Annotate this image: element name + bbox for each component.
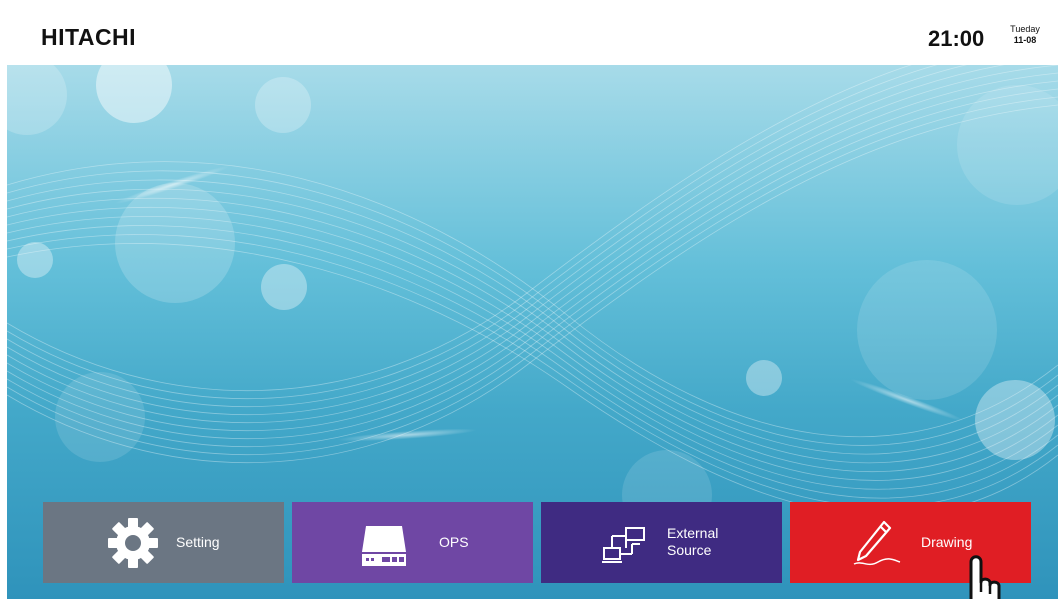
bokeh-circle — [255, 77, 311, 133]
home-screen: HITACHI 21:00 Tueday 11-08 Setting OPS E… — [7, 6, 1058, 599]
bokeh-circle — [55, 372, 145, 462]
bokeh-circle — [96, 65, 172, 123]
external-source-label-line1: External — [667, 525, 719, 541]
bokeh-circle — [746, 360, 782, 396]
bokeh-circle — [17, 242, 53, 278]
date-display: Tueday 11-08 — [1004, 24, 1046, 46]
external-source-label: External Source — [667, 525, 718, 559]
weekday: Tueday — [1010, 24, 1040, 34]
bokeh-circle — [957, 85, 1058, 205]
ops-device-icon — [362, 526, 406, 566]
pen-icon — [853, 520, 901, 566]
setting-tile[interactable]: Setting — [43, 502, 284, 583]
external-source-tile[interactable]: External Source — [541, 502, 782, 583]
app-tiles: Setting OPS External Source Drawing — [43, 502, 1031, 583]
ops-label: OPS — [439, 534, 469, 550]
date-value: 11-08 — [1013, 35, 1037, 45]
hand-pointer-icon — [969, 555, 1001, 599]
network-monitors-icon — [602, 527, 645, 563]
bokeh-circle — [115, 183, 235, 303]
light-streak — [337, 428, 477, 442]
external-source-label-line2: Source — [667, 542, 712, 558]
setting-label: Setting — [176, 534, 220, 550]
bokeh-circle — [7, 65, 67, 135]
drawing-label: Drawing — [921, 534, 973, 550]
gear-icon — [108, 518, 158, 568]
ops-tile[interactable]: OPS — [292, 502, 533, 583]
top-bar: HITACHI 21:00 Tueday 11-08 — [7, 6, 1058, 65]
bokeh-circle — [857, 260, 997, 400]
clock-time: 21:00 — [928, 26, 985, 51]
bokeh-circle — [261, 264, 307, 310]
brand-logo: HITACHI — [41, 24, 137, 50]
